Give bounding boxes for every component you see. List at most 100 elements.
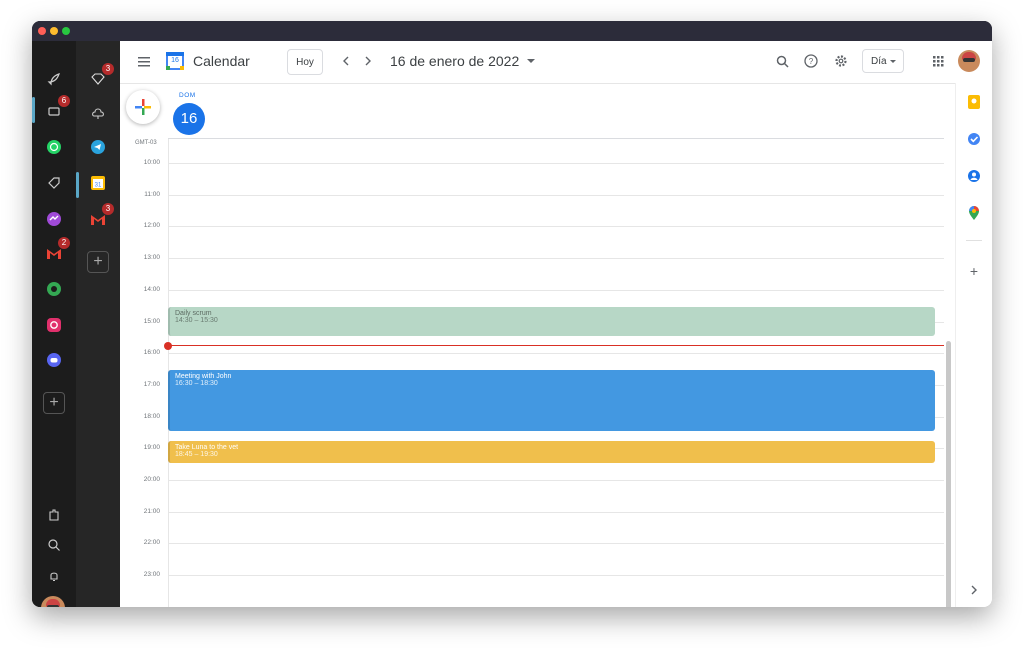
calendar-event[interactable]: Take Luna to the vet 18:45 – 19:30 bbox=[168, 441, 935, 464]
hour-label: 10:00 bbox=[143, 159, 160, 166]
tasks-icon[interactable] bbox=[966, 131, 982, 147]
inbox-icon[interactable]: 6 bbox=[40, 95, 70, 125]
search-icon[interactable] bbox=[40, 531, 68, 559]
notification-badge: 3 bbox=[102, 63, 114, 75]
view-select-label: Día bbox=[871, 55, 887, 67]
calendar-header: 16 Calendar Hoy 16 de enero de 2022 ? Dí… bbox=[120, 41, 992, 84]
hour-label: 11:00 bbox=[144, 190, 160, 198]
event-title: Take Luna to the vet bbox=[175, 444, 239, 452]
time-grid[interactable]: 10:00 11:00 12:00 13:00 14:00 15:00 16:00 17:00… bbox=[120, 139, 955, 607]
add-icon[interactable]: + bbox=[966, 263, 982, 279]
calendar-app-icon[interactable]: 31 bbox=[84, 169, 112, 197]
workspaces-sidebar: 3 31 3 + bbox=[76, 41, 120, 607]
minimize-window-button[interactable] bbox=[50, 27, 58, 35]
expand-icon[interactable] bbox=[966, 582, 982, 598]
apps-grid-icon[interactable] bbox=[927, 50, 949, 72]
next-day-icon[interactable] bbox=[357, 50, 379, 72]
event-time: 16:30 – 18:30 bbox=[175, 380, 218, 388]
title-bar bbox=[32, 21, 992, 41]
plus-icon bbox=[135, 99, 151, 115]
cloud-icon[interactable] bbox=[84, 99, 112, 127]
event-title: Daily scrum bbox=[175, 309, 212, 317]
gem-icon[interactable]: 3 bbox=[84, 63, 114, 93]
add-service-button[interactable]: + bbox=[43, 392, 65, 414]
menu-icon[interactable] bbox=[133, 51, 155, 73]
active-indicator bbox=[32, 97, 35, 123]
gmail-icon[interactable]: 2 bbox=[40, 237, 70, 267]
create-event-button[interactable] bbox=[126, 90, 160, 124]
hangouts-icon[interactable] bbox=[40, 275, 68, 303]
today-button[interactable]: Hoy bbox=[287, 49, 323, 75]
contacts-icon[interactable] bbox=[966, 168, 982, 184]
bell-icon[interactable] bbox=[40, 562, 68, 590]
gmail-icon[interactable]: 3 bbox=[84, 203, 114, 233]
chevron-down-icon[interactable] bbox=[520, 50, 542, 72]
hour-label: 20:00 bbox=[143, 476, 160, 483]
discord-icon[interactable] bbox=[40, 346, 68, 374]
panel-divider bbox=[966, 240, 982, 241]
calendar-event[interactable]: Daily scrum 14:30 – 15:30 bbox=[168, 306, 935, 337]
close-window-button[interactable] bbox=[38, 27, 46, 35]
app-window: 6 2 + 3 31 3 + 16 Calendar Hoy 16 de ene… bbox=[32, 21, 992, 607]
help-icon[interactable]: ? bbox=[800, 50, 822, 72]
current-time-dot bbox=[164, 341, 172, 350]
hour-label: 13:00 bbox=[143, 254, 160, 262]
scrollbar-thumb[interactable] bbox=[946, 341, 951, 607]
tag-icon[interactable] bbox=[40, 169, 68, 197]
chevron-down-icon bbox=[890, 60, 896, 63]
active-indicator bbox=[76, 172, 79, 198]
calendar-main: 16 Calendar Hoy 16 de enero de 2022 ? Dí… bbox=[120, 41, 992, 607]
whatsapp-icon[interactable] bbox=[40, 133, 68, 161]
svg-text:31: 31 bbox=[95, 183, 102, 189]
prev-day-icon[interactable] bbox=[335, 50, 357, 72]
hour-label: 16:00 bbox=[143, 349, 160, 357]
event-time: 14:30 – 15:30 bbox=[175, 316, 218, 324]
hour-line bbox=[168, 575, 944, 577]
calendar-logo-icon: 16 bbox=[165, 51, 185, 71]
hour-line bbox=[168, 163, 944, 164]
add-workspace-button[interactable]: + bbox=[87, 251, 109, 273]
notification-badge: 2 bbox=[58, 237, 70, 249]
hour-line bbox=[168, 543, 944, 545]
event-time: 18:45 – 19:30 bbox=[175, 451, 218, 459]
hour-label: 12:00 bbox=[143, 222, 160, 230]
hour-line bbox=[168, 258, 944, 260]
logo-day: 16 bbox=[171, 57, 179, 64]
current-time-line bbox=[168, 345, 944, 347]
settings-gear-icon[interactable] bbox=[830, 50, 852, 72]
hour-label: 21:00 bbox=[143, 507, 160, 515]
zoom-window-button[interactable] bbox=[62, 27, 70, 35]
calendar-event[interactable]: Meeting with John 16:30 – 18:30 bbox=[168, 370, 935, 432]
keep-icon[interactable] bbox=[966, 94, 982, 110]
account-avatar[interactable] bbox=[958, 50, 980, 72]
messenger-icon[interactable] bbox=[40, 205, 68, 233]
services-sidebar: 6 2 + bbox=[32, 41, 76, 607]
hour-label: 15:00 bbox=[143, 317, 160, 325]
date-title[interactable]: 16 de enero de 2022 bbox=[390, 53, 519, 69]
hour-label: 18:00 bbox=[143, 412, 160, 420]
side-panel: + bbox=[955, 83, 992, 607]
hour-label: 19:00 bbox=[143, 444, 160, 452]
maps-icon[interactable] bbox=[966, 205, 982, 221]
hour-line bbox=[168, 353, 944, 355]
app-title: Calendar bbox=[193, 53, 250, 69]
search-icon[interactable] bbox=[771, 50, 793, 72]
puzzle-icon[interactable] bbox=[40, 501, 68, 529]
notification-badge: 6 bbox=[58, 95, 70, 107]
instagram-icon[interactable] bbox=[40, 311, 68, 339]
hour-label: 17:00 bbox=[143, 380, 160, 388]
telegram-icon[interactable] bbox=[84, 133, 112, 161]
avatar[interactable] bbox=[41, 596, 65, 607]
svg-text:?: ? bbox=[809, 57, 814, 66]
hour-label: 23:00 bbox=[143, 571, 160, 579]
hour-label: 22:00 bbox=[143, 539, 160, 547]
hour-line bbox=[168, 226, 944, 228]
rocket-icon[interactable] bbox=[40, 65, 68, 93]
day-number[interactable]: 16 bbox=[173, 103, 205, 135]
view-select[interactable]: Día bbox=[862, 49, 904, 73]
notification-badge: 3 bbox=[102, 203, 114, 215]
hour-line bbox=[168, 289, 944, 291]
hour-label: 14:00 bbox=[143, 285, 160, 293]
weekday-label: DOM bbox=[179, 92, 196, 99]
hour-line bbox=[168, 480, 944, 481]
